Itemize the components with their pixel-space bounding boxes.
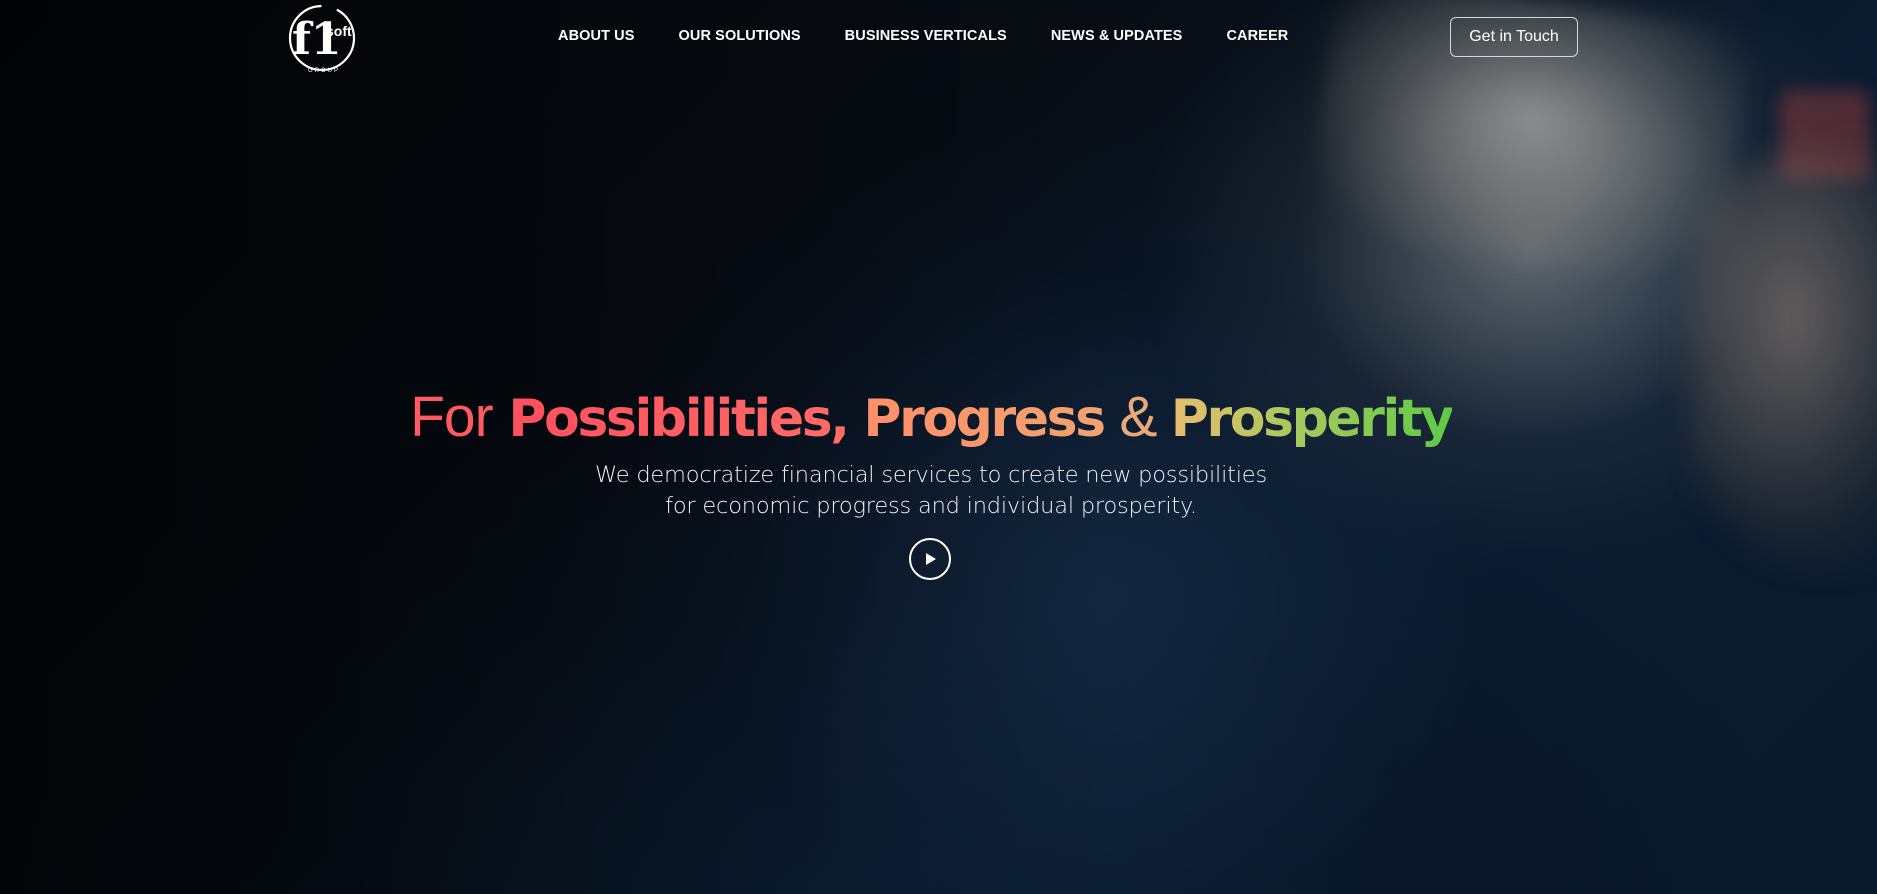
logo-group-text: GROUP bbox=[308, 68, 340, 74]
nav-item-about-us[interactable]: ABOUT US bbox=[558, 28, 635, 44]
headline-comma: , bbox=[830, 388, 850, 449]
headline-prosperity: Prosperity bbox=[1170, 388, 1455, 449]
site-header: f1 soft GROUP ABOUT US OUR SOLUTIONS BUS… bbox=[0, 0, 1877, 78]
nav-item-business-verticals[interactable]: BUSINESS VERTICALS bbox=[845, 28, 1007, 44]
logo-soft-text: soft bbox=[326, 23, 352, 39]
play-icon bbox=[926, 553, 936, 565]
headline-for: For bbox=[410, 384, 493, 449]
headline-progress: Progress bbox=[863, 388, 1106, 449]
hero-subtitle: We democratize financial services to cre… bbox=[0, 460, 1862, 522]
get-in-touch-button[interactable]: Get in Touch bbox=[1450, 17, 1578, 57]
hero-section: f1 soft GROUP ABOUT US OUR SOLUTIONS BUS… bbox=[0, 0, 1877, 894]
headline-ampersand: & bbox=[1119, 384, 1157, 449]
hero-headline: For Possibilities, Progress & Prosperity bbox=[0, 381, 1862, 455]
nav-item-our-solutions[interactable]: OUR SOLUTIONS bbox=[679, 28, 801, 44]
nav-item-news-updates[interactable]: NEWS & UPDATES bbox=[1051, 28, 1183, 44]
logo-main-text: f1 bbox=[292, 14, 342, 65]
headline-possibilities: Possibilities bbox=[508, 388, 832, 449]
nav-item-career[interactable]: CAREER bbox=[1226, 28, 1288, 44]
f1soft-logo-icon: f1 soft GROUP bbox=[288, 4, 356, 74]
f1soft-logo[interactable]: f1 soft GROUP bbox=[286, 2, 358, 74]
hero-subtitle-line-2: for economic progress and individual pro… bbox=[665, 492, 1197, 519]
hero-subtitle-line-1: We democratize financial services to cre… bbox=[595, 461, 1267, 488]
main-nav: ABOUT US OUR SOLUTIONS BUSINESS VERTICAL… bbox=[558, 28, 1288, 44]
play-video-button[interactable] bbox=[909, 538, 951, 580]
